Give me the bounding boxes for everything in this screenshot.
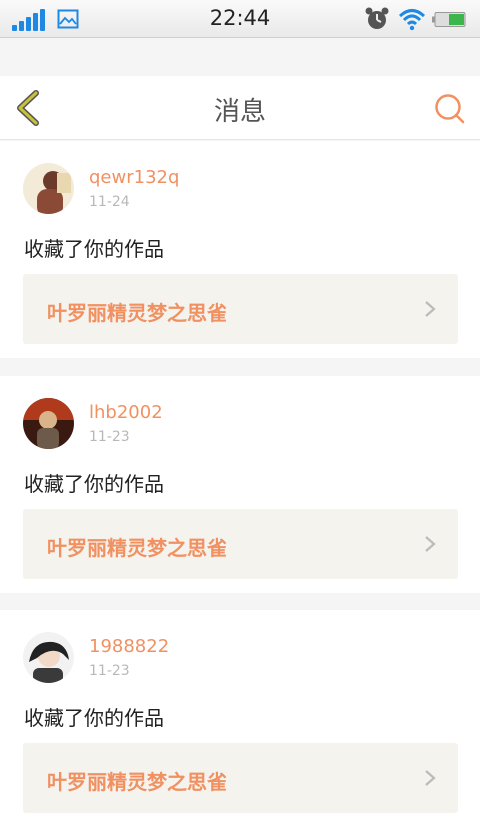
alarm-clock-icon [365,7,389,29]
username[interactable]: 1988822 [89,636,169,657]
avatar[interactable] [23,398,74,449]
work-title: 叶罗丽精灵梦之思雀 [47,770,227,794]
message-date: 11-24 [89,194,130,210]
username[interactable]: qewr132q [89,167,179,188]
message-text: 收藏了你的作品 [24,472,164,496]
page-title: 消息 [213,97,266,127]
search-icon[interactable] [434,93,466,125]
username[interactable]: lhb2002 [89,402,163,423]
avatar[interactable] [23,163,74,214]
message-date: 11-23 [89,429,130,445]
work-link[interactable]: 叶罗丽精灵梦之思雀 [23,274,458,344]
wifi-icon [398,9,426,31]
work-title: 叶罗丽精灵梦之思雀 [47,301,227,325]
message-date: 11-23 [89,663,130,679]
message-text: 收藏了你的作品 [24,706,164,730]
chevron-right-icon [425,301,436,317]
battery-icon [432,12,466,27]
message-card: lhb2002 11-23 收藏了你的作品 叶罗丽精灵梦之思雀 [0,376,480,593]
work-title: 叶罗丽精灵梦之思雀 [47,536,227,560]
app-header: 消息 [0,76,480,140]
work-link[interactable]: 叶罗丽精灵梦之思雀 [23,743,458,813]
chevron-right-icon [425,770,436,786]
message-card: 1988822 11-23 收藏了你的作品 叶罗丽精灵梦之思雀 [0,610,480,827]
message-card: qewr132q 11-24 收藏了你的作品 叶罗丽精灵梦之思雀 [0,141,480,358]
message-text: 收藏了你的作品 [24,237,164,261]
avatar[interactable] [23,632,74,683]
chevron-right-icon [425,536,436,552]
work-link[interactable]: 叶罗丽精灵梦之思雀 [23,509,458,579]
status-bar: 22:44 [0,0,480,38]
